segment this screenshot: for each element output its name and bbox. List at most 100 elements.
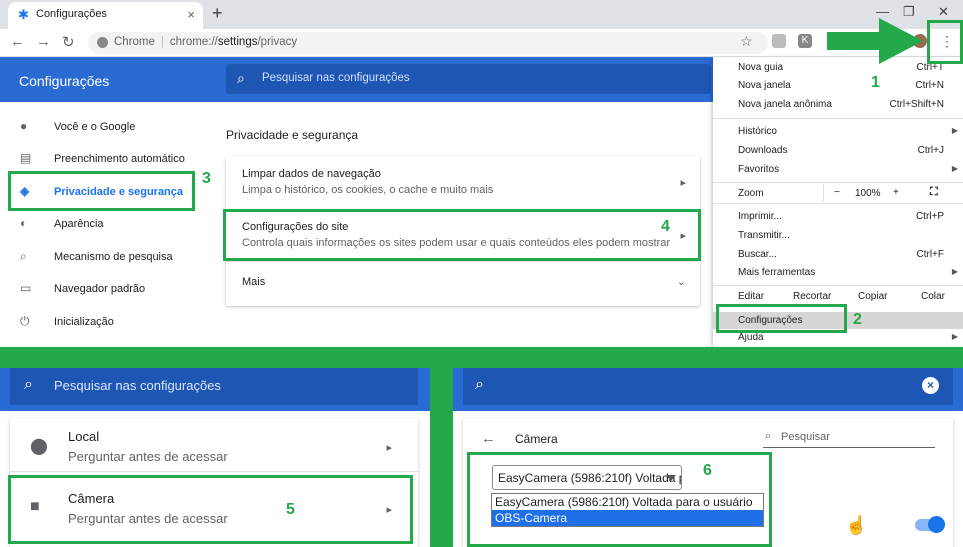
menu-item-label: Nova janela xyxy=(738,80,791,91)
submenu-arrow-icon: ▶ xyxy=(951,164,958,173)
menu-item-label: Transmitir... xyxy=(738,230,790,241)
tab-strip: ✱ Configurações × + — ❐ ✕ xyxy=(0,0,963,29)
settings-header: ⌕ Pesquisar nas configurações xyxy=(0,368,430,411)
menu-item-incognito[interactable]: Nova janela anônima Ctrl+Shift+N xyxy=(738,99,958,110)
search-placeholder: Pesquisar xyxy=(781,431,830,443)
zoom-in-button[interactable]: + xyxy=(893,187,899,198)
sidebar-item-label: Navegador padrão xyxy=(54,283,146,295)
row-title: Mais xyxy=(242,276,266,288)
menu-item-label: Ajuda xyxy=(738,332,764,343)
browser-window: ✱ Configurações × + — ❐ ✕ ← → ↻ Chrome | c… xyxy=(0,0,963,347)
sidebar-item-label: Inicialização xyxy=(54,316,114,328)
sidebar-item-search-engine[interactable]: ⌕ Mecanismo de pesquisa xyxy=(20,249,173,264)
clipboard-icon: ▤ xyxy=(20,151,32,165)
close-tab-icon[interactable]: × xyxy=(187,7,195,22)
back-icon[interactable]: ← xyxy=(10,33,25,50)
menu-item-label: Nova guia xyxy=(738,62,784,73)
fullscreen-icon[interactable]: ⛶ xyxy=(930,186,938,199)
menu-item-cast[interactable]: Transmitir... xyxy=(738,230,958,241)
submenu-arrow-icon: ▶ xyxy=(951,126,958,135)
search-icon: ⌕ xyxy=(20,249,27,263)
menu-item-label: Favoritos xyxy=(738,164,780,175)
menu-item-label: Mais ferramentas xyxy=(738,267,816,278)
menu-item-history[interactable]: Histórico ▶ xyxy=(738,126,958,137)
power-icon: ⏻ xyxy=(20,314,30,328)
menu-item-bookmarks[interactable]: Favoritos ▶ xyxy=(738,164,958,175)
menu-shortcut: Ctrl+Shift+N xyxy=(889,99,944,110)
row-more[interactable]: Mais ⌄ xyxy=(226,262,700,306)
sidebar-item-appearance[interactable]: ◐ Aparência xyxy=(20,216,104,230)
omnibox-scheme: chrome:// xyxy=(169,36,218,48)
menu-item-more-tools[interactable]: Mais ferramentas ▶ xyxy=(738,267,958,278)
search-icon: ⌕ xyxy=(237,70,245,86)
menu-item-print[interactable]: Imprimir... Ctrl+P xyxy=(738,211,958,222)
sidebar-item-label: Aparência xyxy=(54,218,104,230)
highlight-box-4 xyxy=(223,209,701,261)
sidebar-item-label: Mecanismo de pesquisa xyxy=(54,251,173,263)
zoom-divider xyxy=(823,184,824,202)
back-arrow-icon[interactable]: ← xyxy=(481,430,496,447)
settings-search-input[interactable]: ⌕ Pesquisar nas configurações xyxy=(10,368,418,405)
camera-toggle[interactable] xyxy=(915,516,945,533)
extension-shield-icon[interactable] xyxy=(772,34,786,48)
bookmark-star-icon[interactable]: ☆ xyxy=(740,33,753,50)
search-icon: ⌕ xyxy=(24,376,33,393)
address-bar[interactable]: Chrome | chrome://settings/privacy xyxy=(88,32,768,54)
sidebar-item-startup[interactable]: ⏻ Inicialização xyxy=(20,314,114,329)
row-location[interactable]: ⬤ Local Perguntar antes de acessar ▸ xyxy=(10,418,418,472)
clear-search-icon[interactable]: × xyxy=(922,377,939,394)
settings-search-input[interactable]: ⌕ × xyxy=(463,368,953,405)
step-number-1: 1 xyxy=(871,74,880,91)
copy-button[interactable]: Copiar xyxy=(858,291,887,302)
close-window-button[interactable]: ✕ xyxy=(938,4,949,20)
zoom-out-button[interactable]: − xyxy=(834,187,840,198)
person-icon: ● xyxy=(20,119,28,133)
menu-divider xyxy=(713,285,963,286)
chevron-down-icon: ⌄ xyxy=(676,276,686,288)
sidebar-item-label: Você e o Google xyxy=(54,121,136,133)
edit-row: Editar Recortar Copiar Colar xyxy=(713,289,963,303)
chrome-site-icon xyxy=(97,37,108,48)
row-subtitle: Perguntar antes de acessar xyxy=(68,449,228,464)
step-number-2: 2 xyxy=(853,311,862,328)
omnibox-site-label: Chrome xyxy=(114,36,155,48)
extension-k-icon[interactable]: K xyxy=(798,34,812,48)
search-placeholder: Pesquisar nas configurações xyxy=(54,378,221,393)
search-icon: ⌕ xyxy=(475,376,484,393)
menu-item-find[interactable]: Buscar... Ctrl+F xyxy=(738,249,958,260)
toolbar: ← → ↻ Chrome | chrome://settings/privacy ☆… xyxy=(0,29,963,57)
sidebar-item-autofill[interactable]: ▤ Preenchimento automático xyxy=(20,151,185,165)
menu-item-label: Histórico xyxy=(738,126,777,137)
zoom-row: Zoom − 100% + ⛶ xyxy=(713,184,963,202)
settings-search-input[interactable]: ⌕ Pesquisar nas configurações xyxy=(226,64,711,94)
arrow-annotation-icon xyxy=(827,18,923,64)
menu-item-new-window[interactable]: Nova janela Ctrl+N xyxy=(738,80,958,91)
sidebar-item-default-browser[interactable]: ▭ Navegador padrão xyxy=(20,281,145,295)
row-subtitle: Limpa o histórico, os cookies, o cache e… xyxy=(242,184,494,196)
location-pin-icon: ⬤ xyxy=(30,438,48,455)
new-tab-button[interactable]: + xyxy=(212,3,223,24)
menu-item-label: Downloads xyxy=(738,145,788,156)
sidebar-item-you-and-google[interactable]: ● Você e o Google xyxy=(20,119,135,133)
browser-icon: ▭ xyxy=(20,281,32,295)
forward-icon[interactable]: → xyxy=(36,33,51,50)
tab-title: Configurações xyxy=(36,8,107,20)
page-title: Câmera xyxy=(515,432,558,446)
settings-header: Configurações ⌕ Pesquisar nas configuraç… xyxy=(0,57,713,102)
tab-settings[interactable]: ✱ Configurações × xyxy=(8,2,203,29)
menu-item-label: Imprimir... xyxy=(738,211,782,222)
menu-divider xyxy=(713,203,963,204)
menu-item-downloads[interactable]: Downloads Ctrl+J xyxy=(738,145,958,156)
reload-icon[interactable]: ↻ xyxy=(62,33,75,51)
camera-settings-panel: ⌕ × ← Câmera ⌕ Pesquisar EasyCamera (598… xyxy=(453,368,963,547)
search-placeholder: Pesquisar nas configurações xyxy=(262,72,410,84)
hand-cursor-icon: ☝ xyxy=(845,515,868,535)
menu-item-help[interactable]: Ajuda ▶ xyxy=(738,332,958,343)
submenu-arrow-icon: ▶ xyxy=(951,332,958,341)
menu-item-label: Nova janela anônima xyxy=(738,99,832,110)
camera-search-input[interactable]: ⌕ Pesquisar xyxy=(763,428,935,448)
menu-shortcut: Ctrl+F xyxy=(916,249,945,260)
cut-button[interactable]: Recortar xyxy=(793,291,831,302)
row-clear-browsing-data[interactable]: Limpar dados de navegação Limpa o histór… xyxy=(226,156,700,210)
paste-button[interactable]: Colar xyxy=(921,291,945,302)
